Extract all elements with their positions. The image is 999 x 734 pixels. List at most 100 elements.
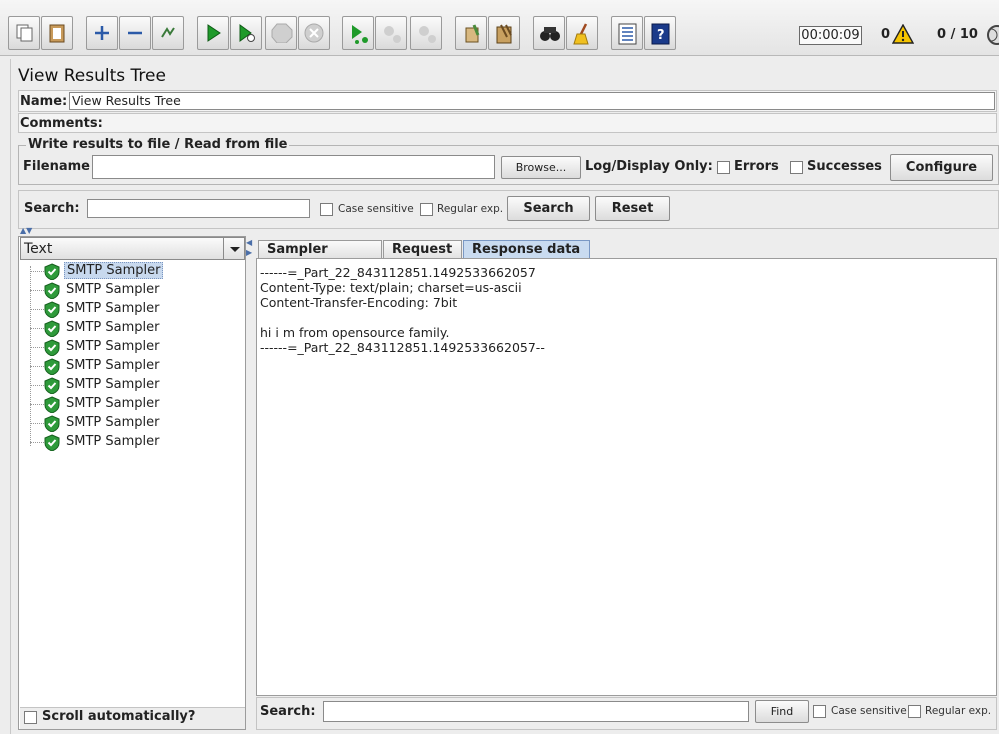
file-group-title: Write results to file / Read from file [26, 137, 290, 152]
play-no-pause-icon [239, 24, 255, 42]
filename-field[interactable] [92, 155, 495, 179]
response-line: Content-Type: text/plain; charset=us-asc… [260, 280, 522, 295]
tree-item-label: SMTP Sampler [66, 320, 160, 335]
log-display-label: Log/Display Only: [585, 159, 713, 174]
case-sensitive-checkbox[interactable] [320, 203, 333, 216]
tree-item-label: SMTP Sampler [66, 396, 160, 411]
response-search-label: Search: [260, 704, 316, 719]
tab-response-data[interactable]: Response data [463, 240, 590, 258]
help-button[interactable]: ? [644, 16, 676, 50]
reset-search-button[interactable] [566, 16, 598, 50]
tab-sampler-result[interactable]: Sampler result [258, 240, 382, 274]
successes-label: Successes [807, 159, 882, 174]
start-button[interactable] [197, 16, 229, 50]
tree-item-label: SMTP Sampler [66, 434, 160, 449]
search-button[interactable]: Search [507, 196, 590, 221]
collapse-button[interactable] [119, 16, 151, 50]
copy-icon [16, 24, 33, 42]
page-title: View Results Tree [18, 66, 166, 86]
tree-item-label: SMTP Sampler [66, 339, 160, 354]
search-label: Search: [24, 201, 80, 216]
scroll-auto-label: Scroll automatically? [42, 709, 196, 724]
collapse-left-icon[interactable]: ◀ [246, 238, 252, 247]
filename-label: Filename [23, 159, 90, 174]
success-shield-icon [44, 396, 60, 413]
regex-checkbox[interactable] [420, 203, 433, 216]
response-case-sensitive-checkbox[interactable] [813, 705, 826, 718]
comments-row[interactable]: Comments: [18, 113, 997, 133]
chevron-down-icon[interactable] [223, 238, 244, 259]
success-shield-icon [44, 263, 60, 280]
toggle-icon [161, 27, 175, 38]
expand-button[interactable] [86, 16, 118, 50]
clear-all-button[interactable] [488, 16, 520, 50]
browse-button[interactable]: Browse... [501, 156, 581, 179]
successes-checkbox[interactable] [790, 161, 803, 174]
function-helper-button[interactable] [611, 16, 643, 50]
broom-icon [573, 23, 589, 45]
remote-start-button[interactable] [342, 16, 374, 50]
configure-button[interactable]: Configure [890, 154, 993, 181]
response-line: ------=_Part_22_843112851.1492533662057 [260, 265, 536, 280]
shutdown-button[interactable] [298, 16, 330, 50]
name-field[interactable]: View Results Tree [69, 92, 995, 110]
renderer-select[interactable]: Text [20, 237, 245, 260]
response-line: hi i m from opensource family. [260, 325, 450, 340]
tree-item-label: SMTP Sampler [64, 262, 164, 279]
errors-checkbox[interactable] [717, 161, 730, 174]
success-shield-icon [44, 434, 60, 451]
tree-guide-line [30, 266, 31, 446]
toggle-button[interactable] [152, 16, 184, 50]
clear-all-icon [496, 24, 512, 44]
paste-button[interactable] [41, 16, 73, 50]
success-shield-icon [44, 282, 60, 299]
name-row: Name: View Results Tree [18, 90, 997, 112]
renderer-value: Text [24, 241, 53, 257]
split-toggle-icon[interactable]: ▲▼ [20, 226, 32, 235]
response-regex-label: Regular exp. [925, 705, 992, 717]
find-button[interactable]: Find [755, 700, 809, 723]
remote-stop-button[interactable] [375, 16, 407, 50]
plus-icon [95, 26, 109, 40]
split-divider[interactable]: ◀ ▶ [246, 236, 254, 730]
success-shield-icon [44, 339, 60, 356]
copy-button[interactable] [8, 16, 40, 50]
toolbar: ? 00:00:09 0 0 / 10 [0, 0, 999, 56]
minus-icon [128, 31, 142, 35]
tab-request[interactable]: Request [383, 240, 462, 258]
response-line: ------=_Part_22_843112851.1492533662057-… [260, 340, 545, 355]
expand-right-icon[interactable]: ▶ [246, 248, 252, 257]
tree-item-label: SMTP Sampler [66, 301, 160, 316]
remote-shutdown-icon [419, 26, 436, 43]
success-shield-icon [44, 377, 60, 394]
remote-stop-icon [384, 26, 401, 43]
list-icon [618, 23, 637, 45]
case-sensitive-label: Case sensitive [338, 203, 414, 215]
help-icon: ? [651, 23, 670, 45]
response-search-input[interactable] [323, 701, 749, 722]
start-no-pause-button[interactable] [230, 16, 262, 50]
remote-shutdown-button[interactable] [410, 16, 442, 50]
clear-button[interactable] [455, 16, 487, 50]
globe-icon [987, 25, 999, 45]
stop-icon [271, 23, 293, 43]
reset-button[interactable]: Reset [595, 196, 670, 221]
stop-button[interactable] [265, 16, 297, 50]
warning-icon[interactable] [892, 24, 914, 44]
binoculars-icon [540, 27, 560, 41]
response-regex-checkbox[interactable] [908, 705, 921, 718]
success-shield-icon [44, 320, 60, 337]
scroll-auto-checkbox[interactable] [24, 711, 37, 724]
search-input[interactable] [87, 199, 310, 218]
search-tree-button[interactable] [533, 16, 565, 50]
comments-label: Comments: [20, 116, 103, 131]
response-data-area[interactable] [256, 258, 997, 696]
warning-count: 0 [881, 27, 891, 42]
elapsed-timer: 00:00:09 [799, 26, 862, 45]
success-shield-icon [44, 415, 60, 432]
regex-label: Regular exp. [437, 203, 504, 215]
svg-text:?: ? [657, 28, 665, 43]
shutdown-icon [304, 23, 324, 43]
active-threads: 0 / 10 [937, 27, 978, 42]
success-shield-icon [44, 301, 60, 318]
